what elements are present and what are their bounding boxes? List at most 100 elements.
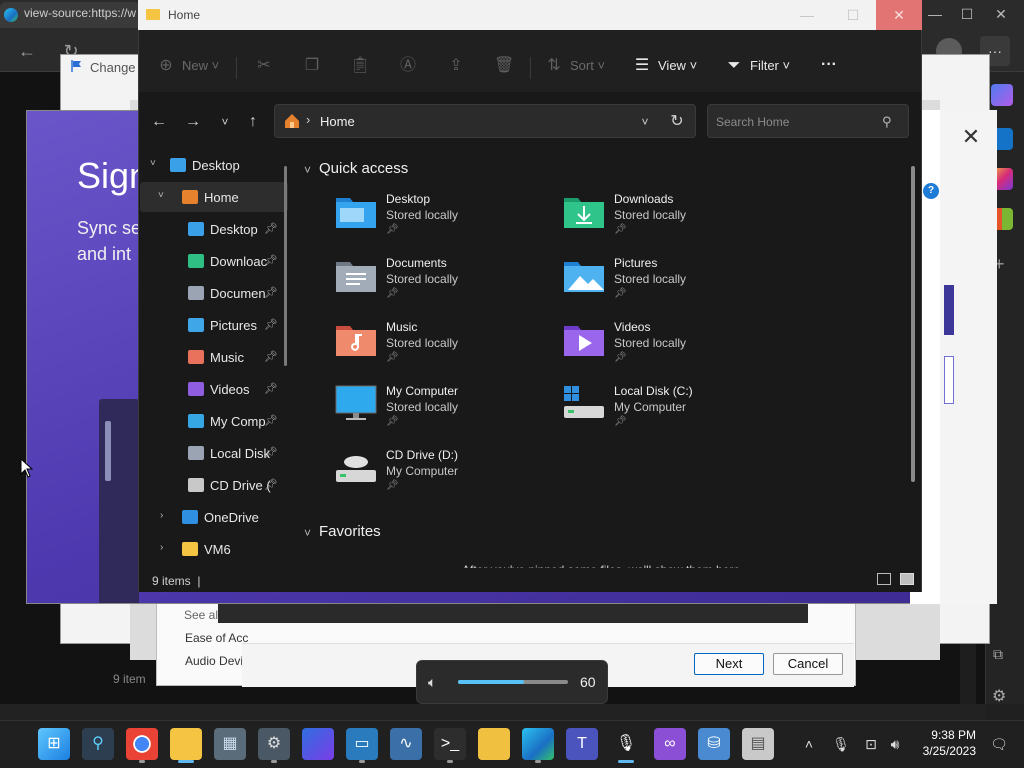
collapsed-chevron-icon[interactable]: › (160, 510, 163, 521)
recent-locations-icon[interactable]: ˅ (214, 111, 236, 133)
network-icon[interactable]: ⊡ (862, 735, 880, 753)
copilot-icon[interactable] (991, 84, 1013, 106)
chrome-icon[interactable] (126, 728, 158, 760)
quick-access-item[interactable]: Documents Stored locally 📌︎ (334, 256, 534, 314)
view-button[interactable]: View ˅ (658, 58, 697, 73)
visual-studio-icon[interactable]: ∞ (654, 728, 686, 760)
performance-monitor-icon[interactable]: ∿ (390, 728, 422, 760)
tiles-view-icon[interactable] (900, 573, 914, 585)
tree-item[interactable]: CD Drive (📌︎ (140, 470, 288, 500)
back-arrow-icon[interactable]: ← (148, 111, 170, 133)
up-arrow-icon[interactable]: ↑ (242, 111, 264, 133)
speaker-icon[interactable]: 🔈︎ (428, 674, 436, 691)
power-automate-icon[interactable] (302, 728, 334, 760)
teams-icon[interactable]: T (566, 728, 598, 760)
start-button[interactable]: ⊞ (38, 728, 70, 760)
filter-button[interactable]: Filter ˅ (750, 58, 790, 73)
tree-item[interactable]: › VM6 (140, 534, 288, 564)
tree-item[interactable]: Documen 📌︎ (140, 278, 288, 308)
settings-gear-icon[interactable]: ⚙ (992, 686, 1006, 706)
search-input[interactable] (716, 115, 876, 129)
explorer-maximize-button[interactable]: ☐ (830, 0, 876, 30)
sidebar-panel-icon[interactable]: ⧉ (993, 646, 1003, 663)
share-icon[interactable]: ⇪ (446, 56, 466, 76)
collapse-chevron-icon[interactable]: ˅ (304, 163, 311, 177)
tree-item[interactable]: ˅ Desktop (140, 150, 288, 180)
new-button[interactable]: New ˅ (182, 58, 219, 73)
browser-close-button[interactable]: ✕ (978, 0, 1024, 30)
tree-item[interactable]: Desktop 📌︎ (140, 214, 288, 244)
collapse-chevron-icon[interactable]: ˅ (304, 526, 311, 540)
quick-access-item[interactable]: Videos Stored locally 📌︎ (562, 320, 762, 378)
next-button[interactable]: Next (694, 653, 764, 675)
show-hidden-icons-icon[interactable]: ˄ (800, 735, 818, 753)
breadcrumb-home[interactable]: Home (320, 114, 355, 129)
terminal-icon[interactable]: >_ (434, 728, 466, 760)
expand-chevron-icon[interactable]: ˅ (158, 190, 164, 201)
remote-desktop-icon[interactable]: ▭ (346, 728, 378, 760)
favorites-header[interactable]: Favorites (319, 523, 381, 540)
tree-item[interactable]: My Comp 📌︎ (140, 406, 288, 436)
see-all-link[interactable]: See al (184, 608, 218, 622)
microphone-icon[interactable]: 🎙︎ (832, 735, 850, 753)
cancel-button[interactable]: Cancel (773, 653, 843, 675)
clock-time[interactable]: 9:38 PM (920, 728, 976, 742)
expand-chevron-icon[interactable]: ˅ (150, 158, 156, 169)
address-dropdown-icon[interactable]: ˅ (634, 111, 656, 133)
voice-access-icon[interactable]: 🎙︎ (610, 728, 642, 760)
browser-horizontal-scrollbar[interactable] (0, 704, 985, 720)
quick-access-item[interactable]: Music Stored locally 📌︎ (334, 320, 534, 378)
ease-of-access-link[interactable]: Ease of Acc (185, 631, 248, 645)
network-tool-icon[interactable]: ⛁ (698, 728, 730, 760)
quick-access-item[interactable]: Desktop Stored locally 📌︎ (334, 192, 534, 250)
help-icon[interactable]: ? (923, 183, 939, 199)
navigation-pane-scrollbar[interactable] (284, 166, 287, 366)
paste-icon[interactable]: 📋︎ (350, 56, 370, 76)
sign-in-secondary-button[interactable] (944, 356, 954, 404)
quick-access-item[interactable]: Pictures Stored locally 📌︎ (562, 256, 762, 314)
explorer-close-button[interactable]: ✕ (876, 0, 922, 30)
quick-access-item[interactable]: CD Drive (D:) My Computer 📌︎ (334, 448, 534, 506)
settings-app-icon[interactable]: ⚙ (258, 728, 290, 760)
search-taskbar-icon[interactable]: ⚲ (82, 728, 114, 760)
copy-icon[interactable]: ❐ (302, 56, 322, 76)
new-icon[interactable]: ⊕ (156, 56, 176, 76)
content-scrollbar[interactable] (911, 166, 915, 482)
tree-item[interactable]: Music 📌︎ (140, 342, 288, 372)
tree-item[interactable]: Local Disk 📌︎ (140, 438, 288, 468)
file-manager-icon[interactable]: ▤ (742, 728, 774, 760)
more-options-button[interactable]: ··· (821, 56, 837, 74)
volume-icon[interactable]: 🔊︎ (886, 735, 904, 753)
explorer-minimize-button[interactable]: — (784, 0, 830, 30)
forward-arrow-icon[interactable]: → (182, 111, 204, 133)
tree-item[interactable]: Downloac 📌︎ (140, 246, 288, 276)
tree-item[interactable]: ˅ Home (140, 182, 288, 212)
tree-item[interactable]: › OneDrive (140, 502, 288, 532)
calculator-icon[interactable]: ▦ (214, 728, 246, 760)
filter-icon[interactable]: ⏷ (724, 56, 744, 76)
sort-button[interactable]: Sort ˅ (570, 58, 605, 73)
quick-access-item[interactable]: Local Disk (C:) My Computer 📌︎ (562, 384, 762, 442)
quick-access-item[interactable]: Downloads Stored locally 📌︎ (562, 192, 762, 250)
cut-icon[interactable]: ✂ (254, 56, 274, 76)
delete-icon[interactable]: 🗑︎ (494, 56, 514, 76)
sort-icon[interactable]: ⇅ (544, 56, 564, 76)
notepad-folder-icon[interactable] (478, 728, 510, 760)
file-explorer-icon[interactable] (170, 728, 202, 760)
back-arrow-icon[interactable]: ← (12, 36, 42, 66)
notifications-icon[interactable]: 🗨︎ (990, 735, 1008, 753)
tree-item[interactable]: Videos 📌︎ (140, 374, 288, 404)
view-icon[interactable]: ☰ (632, 56, 652, 76)
collapsed-chevron-icon[interactable]: › (160, 542, 163, 553)
refresh-icon[interactable]: ↻ (666, 111, 688, 133)
search-icon[interactable]: ⚲ (882, 114, 892, 130)
audio-devices-link[interactable]: Audio Devi (185, 654, 243, 668)
edge-taskbar-icon[interactable] (522, 728, 554, 760)
details-view-icon[interactable] (877, 573, 891, 585)
quick-access-header[interactable]: Quick access (319, 160, 408, 177)
quick-access-item[interactable]: My Computer Stored locally 📌︎ (334, 384, 534, 442)
sign-in-primary-button[interactable] (944, 285, 954, 335)
browser-tab[interactable]: view-source:https://w (0, 2, 140, 28)
close-icon[interactable]: ✕ (958, 124, 984, 150)
rename-icon[interactable]: Ⓐ (398, 56, 418, 76)
